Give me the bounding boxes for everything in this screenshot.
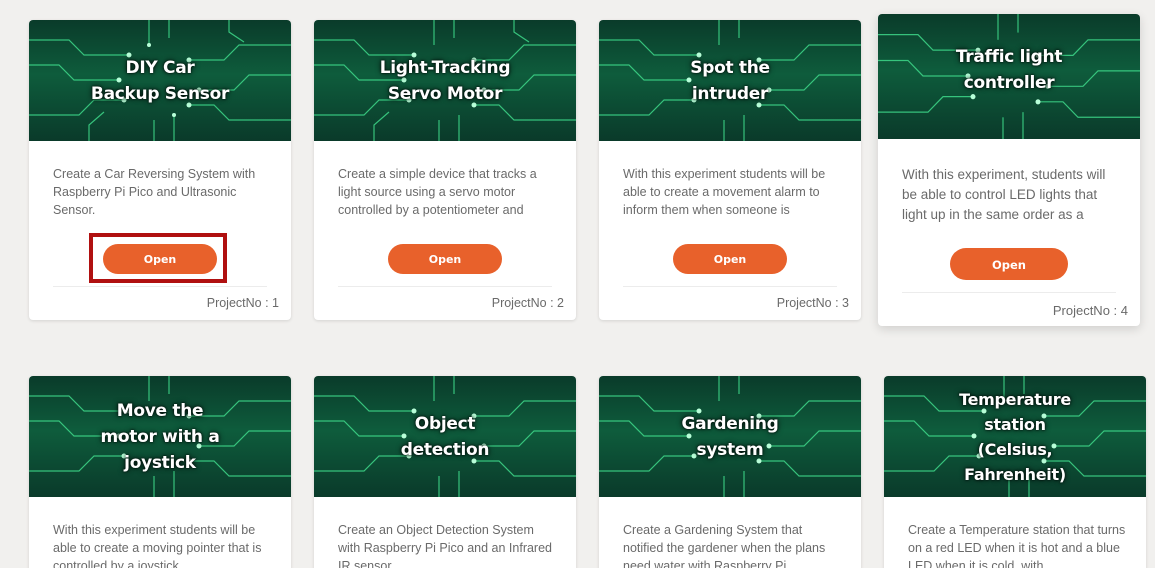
project-title: Move the motor with a joystick (100, 400, 220, 473)
project-title: Spot the intruder (690, 57, 770, 104)
project-description: Create a Gardening System that notified … (623, 523, 826, 568)
project-banner-image: Temperature station (Celsius, Fahrenheit… (884, 376, 1146, 497)
project-description: Create an Object Detection System with R… (338, 523, 552, 568)
project-number: ProjectNo : 4 (1052, 303, 1128, 318)
project-title: Light-Tracking Servo Motor (379, 57, 511, 104)
project-description: With this experiment students will be ab… (623, 167, 826, 217)
open-button[interactable]: Open (103, 244, 217, 274)
project-card-1: DIY Car Backup Sensor Create a Car Rever… (29, 20, 291, 320)
project-number: ProjectNo : 2 (491, 296, 564, 310)
project-description: Create a Temperature station that turns … (908, 523, 1126, 568)
divider (338, 286, 552, 287)
open-button[interactable]: Open (673, 244, 787, 274)
project-card-2: Light-Tracking Servo Motor Create a simp… (314, 20, 576, 320)
project-card-5: Move the motor with a joystick With this… (29, 376, 291, 568)
project-banner-image: DIY Car Backup Sensor (29, 20, 291, 141)
project-number: ProjectNo : 1 (206, 296, 279, 310)
project-title: Gardening system (681, 413, 779, 460)
divider (623, 286, 837, 287)
project-title: DIY Car Backup Sensor (90, 57, 230, 104)
project-card-7: Gardening system Create a Gardening Syst… (599, 376, 861, 568)
project-card-4: Traffic light controller With this exper… (878, 14, 1140, 326)
project-banner-image: Spot the intruder (599, 20, 861, 141)
project-banner-image: Traffic light controller (878, 14, 1140, 139)
project-card-8: Temperature station (Celsius, Fahrenheit… (884, 376, 1146, 568)
divider (53, 286, 267, 287)
project-title: Temperature station (Celsius, Fahrenheit… (959, 389, 1071, 484)
divider (902, 292, 1116, 293)
project-banner-image: Object detection (314, 376, 576, 497)
project-number: ProjectNo : 3 (776, 296, 849, 310)
project-card-3: Spot the intruder With this experiment s… (599, 20, 861, 320)
open-button[interactable]: Open (388, 244, 502, 274)
project-banner-image: Move the motor with a joystick (29, 376, 291, 497)
project-banner-image: Gardening system (599, 376, 861, 497)
project-card-6: Object detection Create an Object Detect… (314, 376, 576, 568)
open-button[interactable]: Open (950, 248, 1068, 280)
project-description: With this experiment students will be ab… (53, 523, 262, 568)
project-description: Create a Car Reversing System with Raspb… (53, 167, 256, 217)
project-description: Create a simple device that tracks a lig… (338, 167, 537, 217)
project-title: Object detection (400, 413, 490, 460)
project-banner-image: Light-Tracking Servo Motor (314, 20, 576, 141)
project-description: With this experiment, students will be a… (902, 167, 1106, 222)
project-title: Traffic light controller (955, 47, 1063, 94)
project-grid: DIY Car Backup Sensor Create a Car Rever… (0, 0, 1155, 568)
